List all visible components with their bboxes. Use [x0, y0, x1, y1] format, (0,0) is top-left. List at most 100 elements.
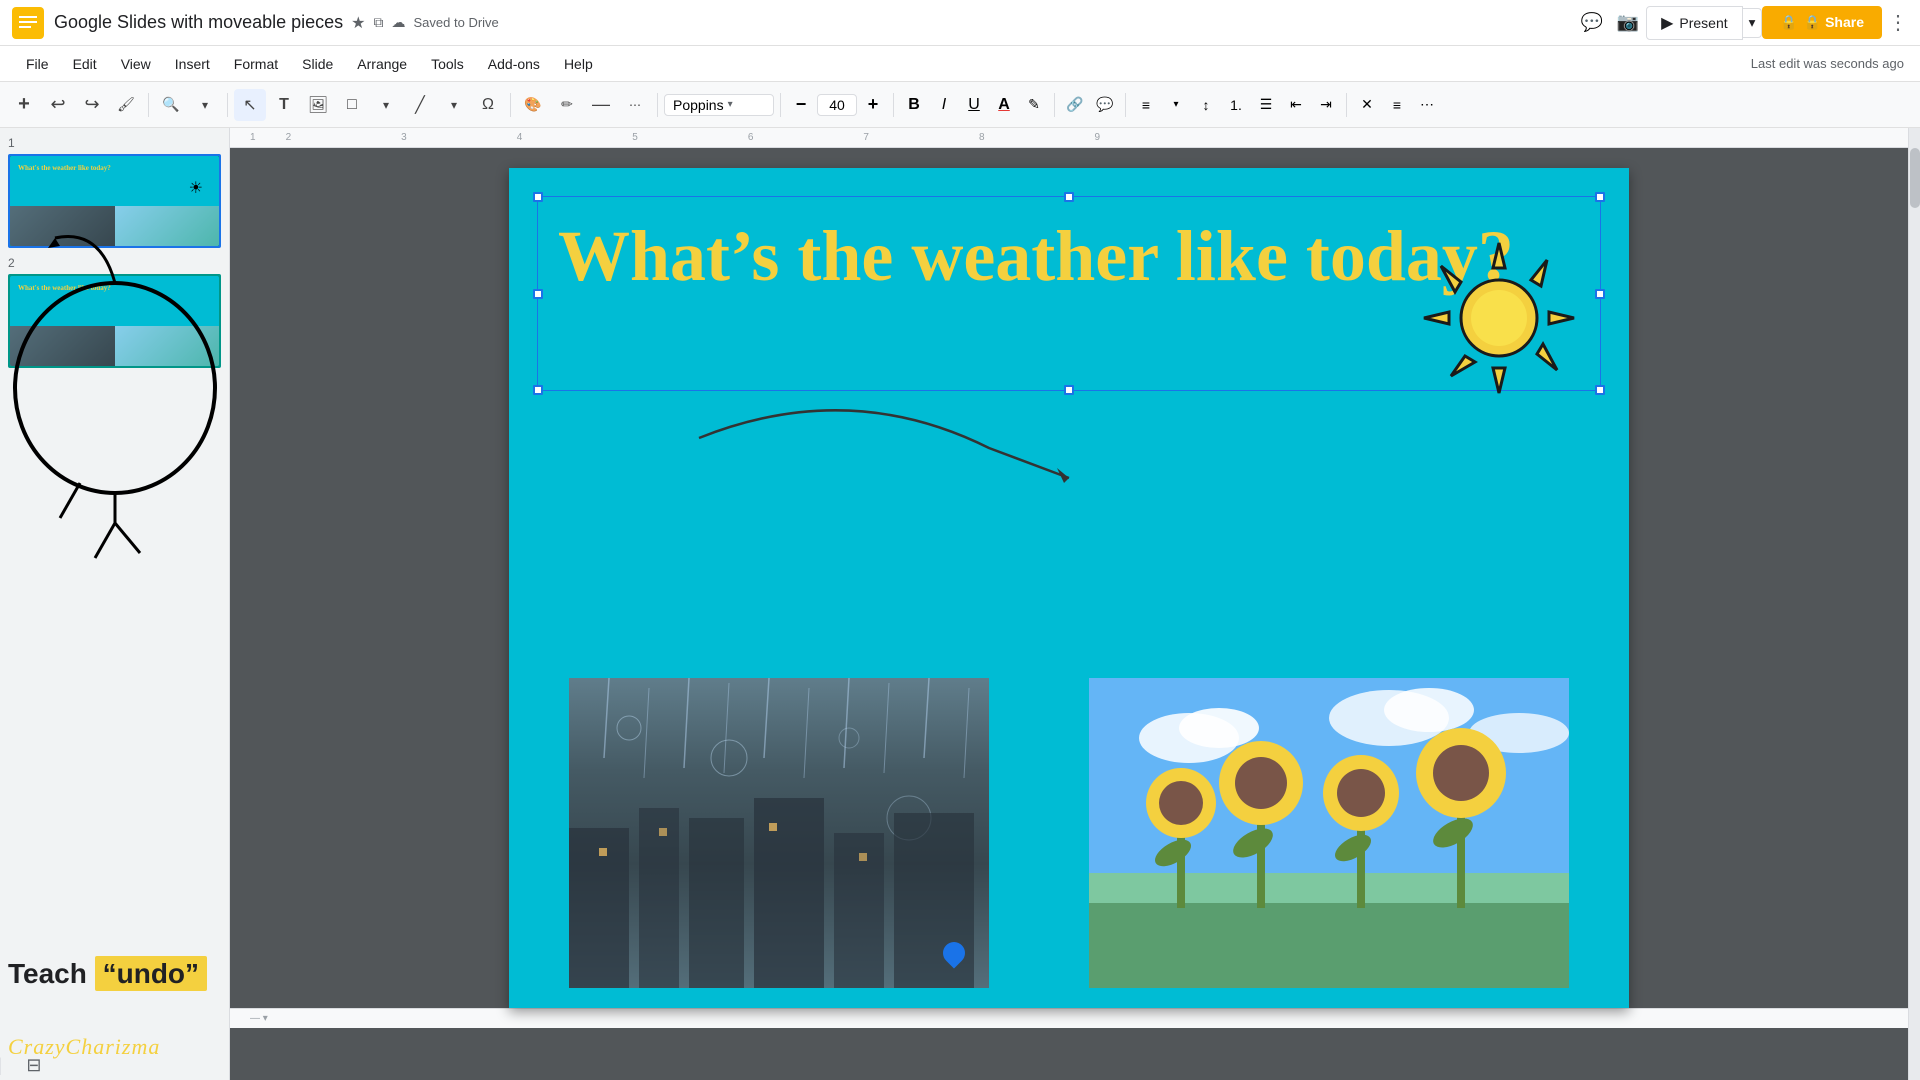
- menu-help[interactable]: Help: [554, 52, 603, 76]
- slide-thumb-2[interactable]: What's the weather like today?: [8, 274, 221, 368]
- font-size-input[interactable]: [817, 94, 857, 116]
- border-dash-button[interactable]: ⋯: [619, 89, 651, 121]
- paint-format-button[interactable]: 🖌: [110, 89, 142, 121]
- special-chars-button[interactable]: Ω: [472, 89, 504, 121]
- toolbar-separator-7: [1054, 93, 1055, 117]
- toolbar-separator-9: [1346, 93, 1347, 117]
- toolbar-separator-1: [148, 93, 149, 117]
- handle-tl[interactable]: [533, 192, 543, 202]
- right-scrollbar[interactable]: [1908, 128, 1920, 1080]
- word-count-button[interactable]: ≡: [1383, 91, 1411, 119]
- undo-button[interactable]: ↩: [42, 89, 74, 121]
- select-tool-button[interactable]: ↖: [234, 89, 266, 121]
- meet-icon[interactable]: 📷: [1610, 5, 1646, 41]
- canvas-area[interactable]: 1 2 3 4 5 6 7 8 9 What’s the we: [230, 128, 1908, 1080]
- horizontal-ruler: 1 2 3 4 5 6 7 8 9: [230, 128, 1908, 148]
- indent-more-button[interactable]: ⇥: [1312, 91, 1340, 119]
- redo-button[interactable]: ↪: [76, 89, 108, 121]
- clear-format-button[interactable]: ✕: [1353, 91, 1381, 119]
- underline-button[interactable]: U: [960, 91, 988, 119]
- top-bar: Google Slides with moveable pieces ★ ⧉ ☁…: [0, 0, 1920, 46]
- font-size-increase-button[interactable]: +: [859, 91, 887, 119]
- handle-bl[interactable]: [533, 385, 543, 395]
- save-status: Saved to Drive: [414, 15, 499, 30]
- menu-view[interactable]: View: [111, 52, 161, 76]
- bold-button[interactable]: B: [900, 91, 928, 119]
- menu-tools[interactable]: Tools: [421, 52, 474, 76]
- italic-button[interactable]: I: [930, 91, 958, 119]
- bullet-list-button[interactable]: ☰: [1252, 91, 1280, 119]
- slide-arrow-svg: [569, 358, 1269, 558]
- main-content: 1 What's the weather like today? ☀ 2 Wha…: [0, 128, 1920, 1080]
- menu-format[interactable]: Format: [224, 52, 288, 76]
- menu-addons[interactable]: Add-ons: [478, 52, 550, 76]
- link-button[interactable]: 🔗: [1061, 91, 1089, 119]
- slide-2-thumb-photos: [10, 326, 219, 366]
- slide-canvas[interactable]: What’s the weather like today?: [509, 168, 1629, 1008]
- font-selector[interactable]: Poppins ▾: [664, 94, 774, 116]
- present-in-tab-icon[interactable]: ⧉: [374, 14, 384, 31]
- star-icon[interactable]: ★: [351, 13, 365, 33]
- scrollbar-thumb[interactable]: [1910, 148, 1920, 208]
- slide-thumb-1[interactable]: What's the weather like today? ☀: [8, 154, 221, 248]
- zoom-dropdown-button[interactable]: ▾: [189, 89, 221, 121]
- present-label: Present: [1679, 15, 1727, 31]
- text-box-button[interactable]: T: [268, 89, 300, 121]
- shape-button[interactable]: □: [336, 89, 368, 121]
- menu-edit[interactable]: Edit: [63, 52, 107, 76]
- present-dropdown-button[interactable]: ▾: [1743, 8, 1763, 38]
- rainy-city-photo[interactable]: [569, 678, 989, 988]
- line-spacing-button[interactable]: ↕: [1192, 91, 1220, 119]
- line-button[interactable]: ╱: [404, 89, 436, 121]
- border-weight-button[interactable]: —: [585, 89, 617, 121]
- comment-button[interactable]: 💬: [1091, 91, 1119, 119]
- filmstrip-view-icon[interactable]: ⊟: [26, 1055, 41, 1076]
- slide-1-thumb-title: What's the weather like today?: [18, 164, 211, 172]
- menu-file[interactable]: File: [16, 52, 59, 76]
- handle-br[interactable]: [1595, 385, 1605, 395]
- align-button[interactable]: ≡: [1132, 91, 1160, 119]
- ruler-mark-1: 1: [250, 132, 256, 143]
- sunflower-photo[interactable]: [1089, 678, 1569, 988]
- zoom-button[interactable]: 🔍: [155, 89, 187, 121]
- image-button[interactable]: 🖼: [302, 89, 334, 121]
- font-size-decrease-button[interactable]: −: [787, 91, 815, 119]
- rain-effect: [569, 678, 989, 988]
- menu-insert[interactable]: Insert: [165, 52, 220, 76]
- present-icon: ▶: [1661, 13, 1673, 33]
- line-dropdown-button[interactable]: ▾: [438, 89, 470, 121]
- share-button[interactable]: 🔒 🔒 Share: [1762, 6, 1882, 39]
- handle-tr[interactable]: [1595, 192, 1605, 202]
- comments-icon[interactable]: 💬: [1574, 5, 1610, 41]
- slide-number-2: 2: [8, 256, 221, 270]
- more-toolbar-button[interactable]: ⋯: [1413, 91, 1441, 119]
- fill-color-button[interactable]: 🎨: [517, 89, 549, 121]
- teach-prefix: Teach: [8, 958, 95, 989]
- slide-1-thumb-photos: [10, 206, 219, 246]
- sun-image[interactable]: [1419, 238, 1579, 398]
- menu-arrange[interactable]: Arrange: [347, 52, 417, 76]
- sun-svg: [1419, 238, 1579, 398]
- highlight-button[interactable]: ✎: [1020, 91, 1048, 119]
- indent-less-button[interactable]: ⇤: [1282, 91, 1310, 119]
- handle-tc[interactable]: [1064, 192, 1074, 202]
- slide-1-thumbnail: What's the weather like today? ☀: [10, 156, 219, 246]
- doc-title[interactable]: Google Slides with moveable pieces: [54, 12, 343, 33]
- last-edit-status: Last edit was seconds ago: [1751, 56, 1904, 71]
- handle-ml[interactable]: [533, 289, 543, 299]
- slide-2-sunny-photo: [115, 326, 220, 366]
- numbered-list-button[interactable]: 1.: [1222, 91, 1250, 119]
- align-dropdown-button[interactable]: ▾: [1162, 91, 1190, 119]
- more-options-icon[interactable]: ⋮: [1888, 10, 1908, 35]
- title-icons: ★ ⧉ ☁ Saved to Drive: [351, 13, 499, 33]
- shape-dropdown-button[interactable]: ▾: [370, 89, 402, 121]
- present-button[interactable]: ▶ Present: [1646, 6, 1743, 40]
- toolbar-separator-8: [1125, 93, 1126, 117]
- handle-mr[interactable]: [1595, 289, 1605, 299]
- border-color-button[interactable]: ✏: [551, 89, 583, 121]
- font-name: Poppins: [673, 97, 724, 113]
- menu-slide[interactable]: Slide: [292, 52, 343, 76]
- menu-bar: File Edit View Insert Format Slide Arran…: [0, 46, 1920, 82]
- add-slide-button[interactable]: +: [8, 89, 40, 121]
- text-color-button[interactable]: A: [990, 91, 1018, 119]
